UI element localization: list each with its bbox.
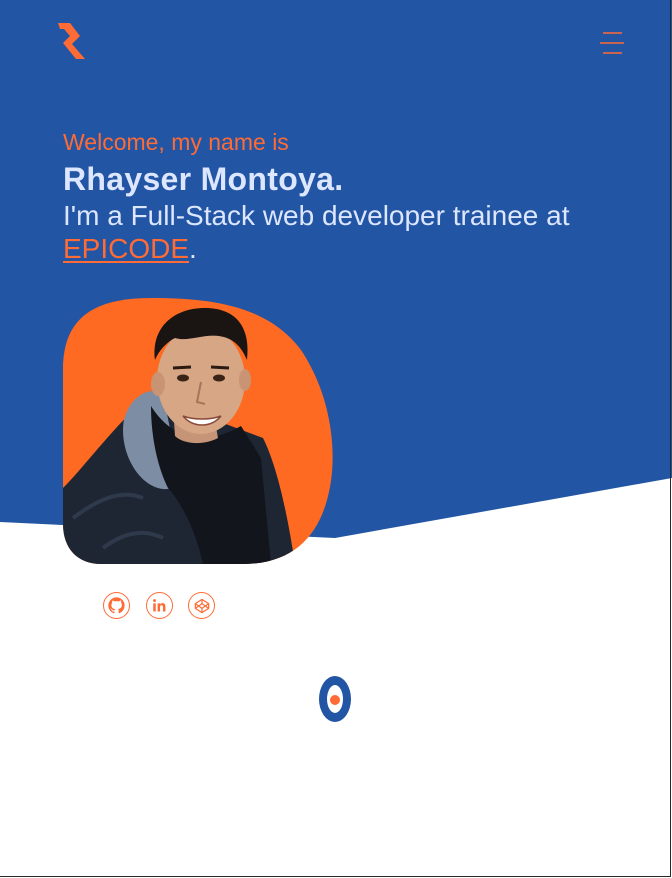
profile-photo	[63, 298, 333, 564]
r-logo-icon[interactable]	[56, 22, 88, 60]
epicode-link[interactable]: EPICODE	[63, 233, 189, 264]
hero-intro: Welcome, my name is Rhayser Montoya. I'm…	[63, 128, 623, 265]
linkedin-icon	[153, 599, 166, 612]
codepen-icon	[194, 598, 209, 613]
hamburger-menu-icon[interactable]	[598, 30, 626, 56]
scroll-down-indicator-icon[interactable]	[318, 675, 352, 723]
hero-role: I'm a Full-Stack web developer trainee a…	[63, 199, 623, 265]
github-link[interactable]	[103, 592, 130, 619]
role-period: .	[189, 233, 197, 264]
linkedin-link[interactable]	[146, 592, 173, 619]
welcome-text: Welcome, my name is	[63, 129, 289, 155]
codepen-link[interactable]	[188, 592, 215, 619]
github-icon	[108, 597, 125, 614]
hero-name: Rhayser Montoya.	[63, 161, 344, 197]
role-text: I'm a Full-Stack web developer trainee a…	[63, 200, 570, 231]
